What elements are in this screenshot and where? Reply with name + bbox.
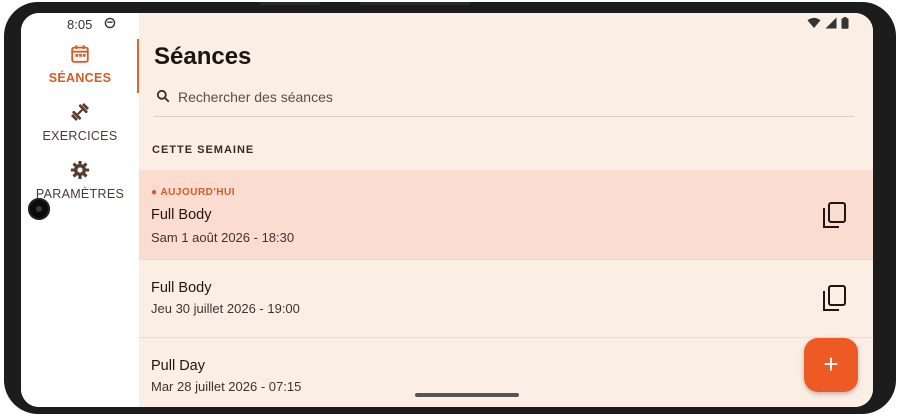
battery-icon <box>841 17 849 29</box>
home-indicator[interactable] <box>415 393 519 397</box>
session-title: Full Body <box>151 280 212 296</box>
dumbbell-icon <box>71 103 89 121</box>
nav-item-parametres[interactable]: PARAMÈTRES <box>21 159 139 201</box>
nav-item-seances[interactable]: SÉANCES <box>21 43 139 85</box>
session-date: Mar 28 juillet 2026 - 07:15 <box>151 379 302 394</box>
device-screen: 8:05 SÉANCES EXERCICES PARAMÈTRES Séance… <box>21 13 873 407</box>
session-title: Pull Day <box>151 358 205 374</box>
status-icons <box>807 17 849 29</box>
session-card-today[interactable]: ● AUJOURD'HUI Full Body Sam 1 août 2026 … <box>139 170 873 260</box>
volume-button <box>260 2 320 5</box>
front-camera <box>28 198 50 220</box>
gear-icon <box>70 160 90 180</box>
wifi-icon <box>807 17 821 28</box>
copy-icon <box>823 285 846 311</box>
notification-icon <box>104 17 116 32</box>
nav-label-seances: SÉANCES <box>48 71 112 85</box>
main-content: Séances CETTE SEMAINE ● AUJOURD'HUI Full… <box>139 13 873 407</box>
section-header: CETTE SEMAINE <box>152 144 255 156</box>
page-title: Séances <box>154 43 252 70</box>
status-time: 8:05 <box>67 17 93 32</box>
calendar-icon <box>71 45 89 63</box>
power-button <box>360 2 470 5</box>
copy-icon <box>823 202 846 228</box>
search-icon <box>156 89 170 108</box>
nav-item-exercices[interactable]: EXERCICES <box>21 101 139 143</box>
copy-button[interactable] <box>821 283 849 313</box>
session-card[interactable]: Full Body Jeu 30 juillet 2026 - 19:00 <box>139 260 873 338</box>
nav-label-exercices: EXERCICES <box>42 129 118 143</box>
copy-button[interactable] <box>821 200 849 230</box>
add-session-button[interactable]: + <box>804 338 858 392</box>
session-date: Sam 1 août 2026 - 18:30 <box>151 230 295 245</box>
cellular-signal-icon <box>825 17 837 29</box>
session-date: Jeu 30 juillet 2026 - 19:00 <box>151 301 300 316</box>
session-title: Full Body <box>151 207 212 223</box>
search-input[interactable] <box>178 86 828 108</box>
today-badge: ● AUJOURD'HUI <box>151 187 235 198</box>
search-bar[interactable] <box>154 86 854 117</box>
